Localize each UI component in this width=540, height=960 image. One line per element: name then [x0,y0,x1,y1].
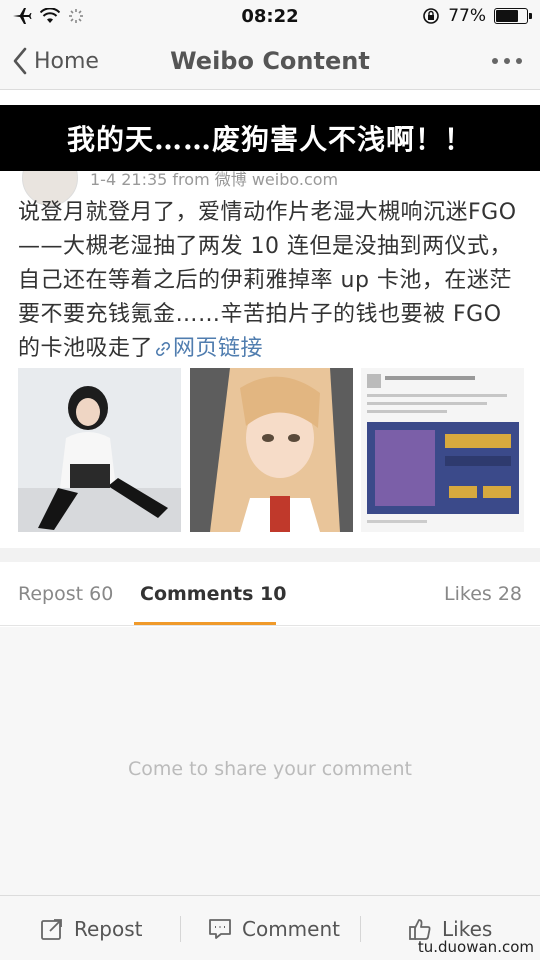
comments-area: Come to share your comment [0,627,540,895]
link-icon [156,341,171,357]
post-image-1[interactable] [18,368,181,532]
comment-label: Comment [242,916,340,941]
post-image-3[interactable] [361,368,524,532]
repost-icon [41,918,62,940]
post-image-2[interactable] [189,368,353,532]
web-link-label: 网页链接 [173,336,264,361]
chevron-left-icon [13,47,27,75]
status-right: 77% [422,6,532,26]
post-body-text: 说登月就登月了，爱情动作片老湿大槻响沉迷FGO——大槻老湿抽了两发 10 连但是… [18,200,517,361]
nav-bar: Home Weibo Content [0,32,540,90]
more-dot-icon [516,58,522,64]
status-left [12,7,84,25]
orientation-lock-icon [423,8,440,24]
more-dot-icon [504,58,510,64]
thumbs-up-icon [409,918,431,940]
interaction-tabs: Repost 60 Comments 10 Likes 28 [0,562,540,626]
tab-likes[interactable]: Likes 28 [444,562,522,626]
screenshot-game-tweet [361,368,524,532]
toolbar-divider [180,916,181,942]
watermark: tu.duowan.com [417,938,534,956]
more-button[interactable] [492,32,522,90]
overlay-caption: 我的天……废狗害人不浅啊！！ [0,105,540,171]
comment-icon [209,918,231,939]
section-divider [0,548,540,562]
photo-person-sitting [18,368,181,532]
back-button[interactable]: Home [12,32,99,90]
battery-fill [496,10,519,22]
active-tab-indicator [134,622,276,625]
overlay-caption-text: 我的天……废狗害人不浅啊！！ [66,123,473,156]
empty-comments-message: Come to share your comment [128,758,412,780]
status-bar: 08:22 77% [0,0,540,32]
repost-label: Repost [74,916,143,941]
wifi-icon [40,8,60,23]
comment-button[interactable]: Comment [208,896,340,960]
post-images [18,368,524,532]
repost-button[interactable]: Repost [40,896,143,960]
back-label: Home [34,48,99,74]
web-link[interactable]: 网页链接 [153,336,263,361]
photo-cosplay-selfie [189,368,353,532]
like-label: Likes [442,916,493,941]
battery-icon [494,8,532,24]
bottom-toolbar: Repost Comment Likes tu.duowan.com [0,895,540,960]
more-dot-icon [492,58,498,64]
toolbar-divider [360,916,361,942]
loading-spinner-icon [69,9,83,23]
tab-comments[interactable]: Comments 10 [140,562,286,626]
post-body: 说登月就登月了，爱情动作片老湿大槻响沉迷FGO——大槻老湿抽了两发 10 连但是… [18,196,524,366]
tab-repost[interactable]: Repost 60 [18,562,113,626]
battery-percent: 77% [448,6,486,26]
airplane-icon [13,8,32,24]
